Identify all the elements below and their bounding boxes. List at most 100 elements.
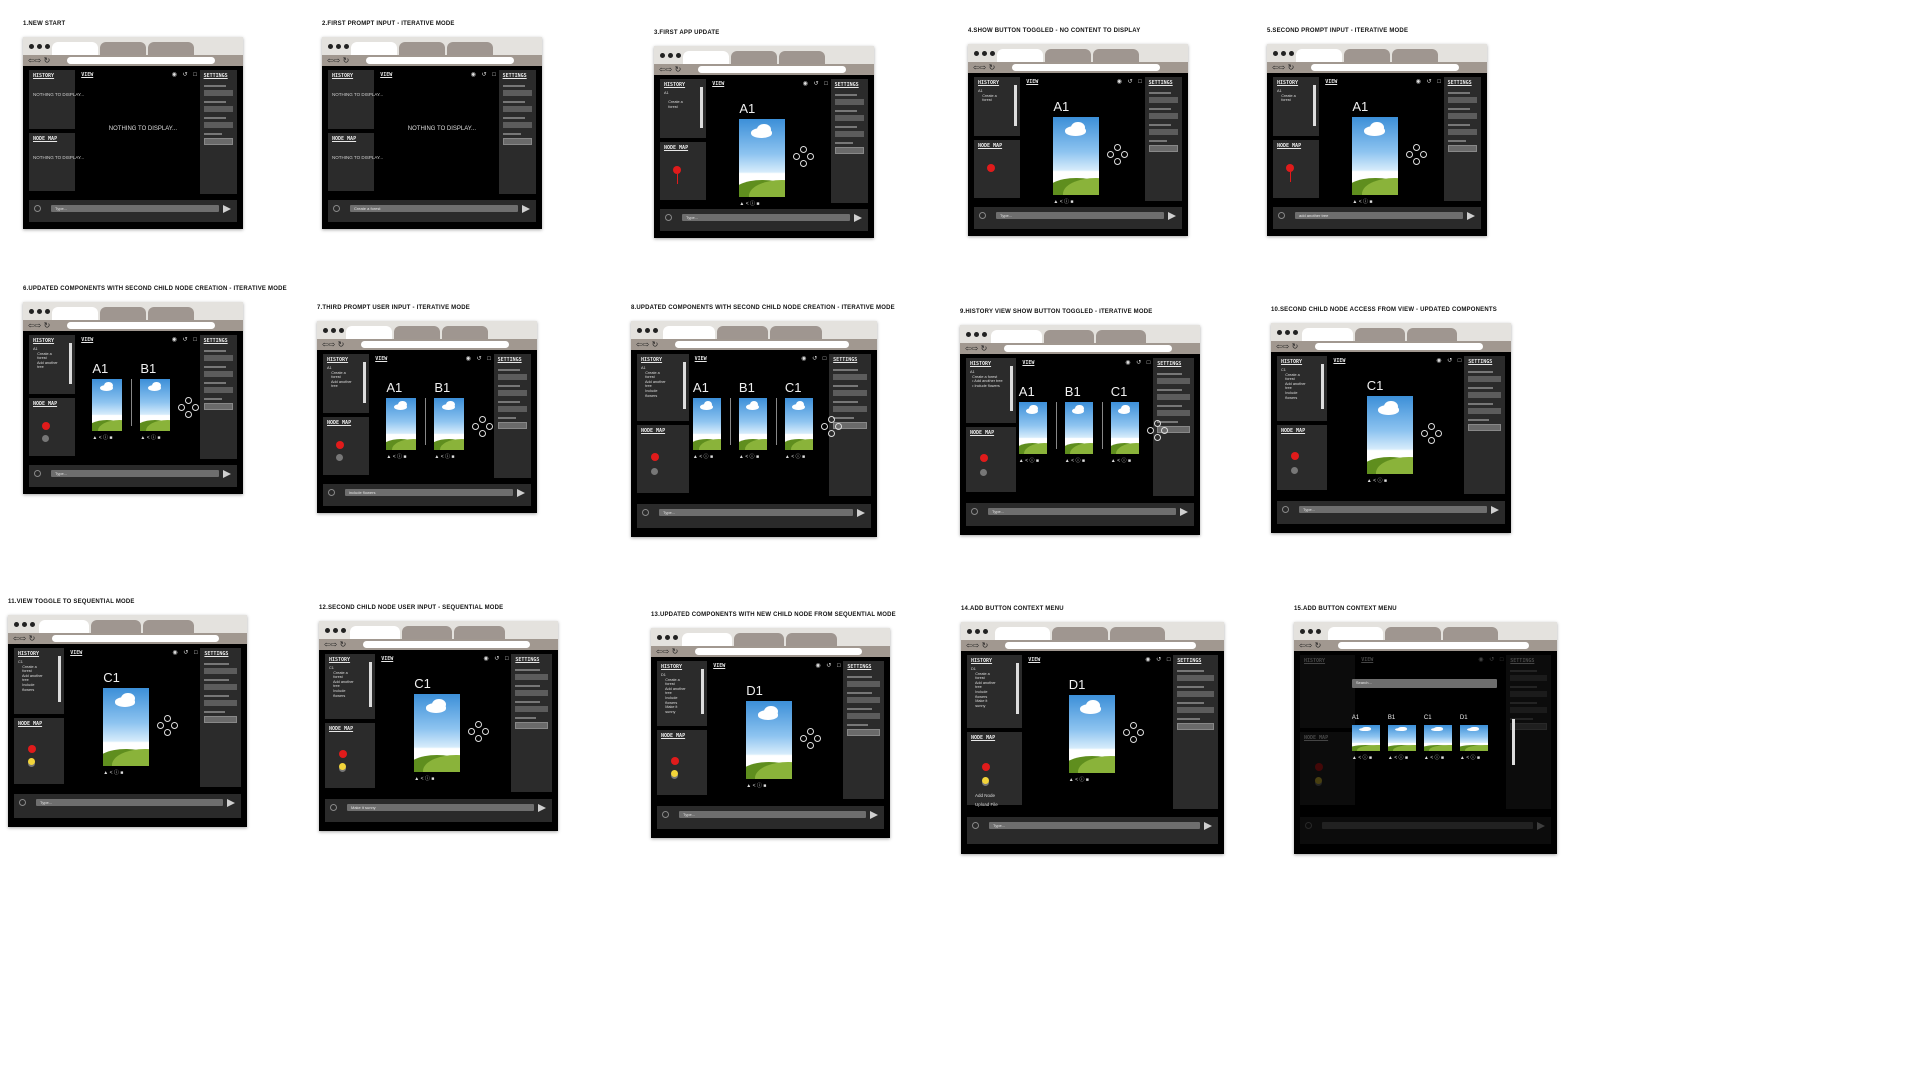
- send-icon[interactable]: [517, 489, 525, 498]
- window-dot-icon[interactable]: [331, 328, 336, 333]
- window-controls[interactable]: [29, 44, 50, 49]
- preview-card[interactable]: [103, 688, 150, 766]
- browser-tab-active[interactable]: [51, 307, 98, 320]
- browser-tab[interactable]: [1052, 627, 1108, 640]
- node-dot[interactable]: [1291, 452, 1300, 461]
- window-dot-icon[interactable]: [668, 53, 673, 58]
- window-dot-icon[interactable]: [323, 328, 328, 333]
- dpad-arrow-icon[interactable]: [800, 160, 808, 168]
- dpad-arrow-icon[interactable]: [800, 735, 808, 743]
- window-controls[interactable]: [14, 622, 35, 627]
- window-dot-icon[interactable]: [29, 44, 34, 49]
- dpad-arrow-icon[interactable]: [807, 153, 815, 161]
- dpad-arrow-icon[interactable]: [475, 721, 483, 729]
- setting-field[interactable]: [204, 668, 237, 674]
- browser-tab-active[interactable]: [39, 620, 90, 633]
- node-dot[interactable]: [339, 750, 348, 759]
- preview-card[interactable]: [1068, 695, 1115, 773]
- setting-field[interactable]: [1447, 113, 1477, 119]
- setting-field[interactable]: [833, 406, 867, 412]
- window-dot-icon[interactable]: [676, 53, 681, 58]
- dpad-arrow-icon[interactable]: [1420, 430, 1428, 438]
- preview-card[interactable]: [1064, 402, 1093, 454]
- card-toolbar[interactable]: ▲ < ⓘ ■: [1352, 198, 1372, 205]
- card-toolbar[interactable]: ▲ < ⓘ ■: [1352, 754, 1372, 761]
- browser-tab-active[interactable]: [682, 633, 733, 646]
- setting-field[interactable]: [204, 700, 237, 706]
- node-dot[interactable]: [1285, 164, 1294, 173]
- window-dot-icon[interactable]: [1277, 330, 1282, 335]
- node-dot[interactable]: [672, 166, 681, 175]
- setting-field[interactable]: [847, 681, 880, 687]
- browser-tab[interactable]: [1109, 627, 1165, 640]
- prompt-input[interactable]: Make it sunny: [347, 803, 534, 811]
- setting-field[interactable]: [515, 674, 548, 680]
- window-dot-icon[interactable]: [325, 628, 330, 633]
- dpad-arrow-icon[interactable]: [1434, 430, 1442, 438]
- browser-tab[interactable]: [393, 326, 440, 339]
- window-controls[interactable]: [660, 53, 681, 58]
- browser-tab[interactable]: [1385, 627, 1441, 640]
- setting-field[interactable]: [204, 684, 237, 690]
- dpad-arrow-icon[interactable]: [479, 416, 487, 424]
- card-divider[interactable]: [131, 379, 133, 426]
- dpad-arrow-icon[interactable]: [814, 735, 822, 743]
- dpad-arrow-icon[interactable]: [185, 411, 193, 419]
- dpad-arrow-icon[interactable]: [1107, 151, 1115, 159]
- window-dot-icon[interactable]: [1281, 51, 1286, 56]
- window-controls[interactable]: [966, 332, 987, 337]
- add-plus-icon[interactable]: [34, 205, 41, 213]
- setting-field[interactable]: [497, 406, 527, 412]
- browser-tab-active[interactable]: [662, 326, 715, 339]
- setting-field[interactable]: [502, 90, 532, 96]
- setting-field[interactable]: [1468, 408, 1501, 414]
- node-dot[interactable]: [671, 757, 680, 766]
- dpad-arrow-icon[interactable]: [468, 728, 476, 736]
- setting-select[interactable]: [834, 147, 864, 154]
- dpad-arrow-icon[interactable]: [475, 735, 483, 743]
- window-dot-icon[interactable]: [653, 328, 658, 333]
- window-dot-icon[interactable]: [657, 635, 662, 640]
- setting-field[interactable]: [834, 115, 864, 121]
- node-dot[interactable]: [1291, 466, 1299, 474]
- window-controls[interactable]: [637, 328, 658, 333]
- window-dot-icon[interactable]: [645, 328, 650, 333]
- window-dot-icon[interactable]: [967, 629, 972, 634]
- setting-select[interactable]: [203, 138, 233, 145]
- prompt-input[interactable]: Type...: [682, 214, 850, 222]
- add-plus-icon[interactable]: [333, 205, 340, 213]
- nav-arrows-icon[interactable]: ⇦⇨ ↻: [327, 56, 349, 65]
- view-toolbar-icon[interactable]: ◉ ↺ □: [466, 355, 493, 362]
- setting-select[interactable]: [515, 722, 548, 729]
- dpad-arrow-icon[interactable]: [820, 423, 828, 431]
- window-controls[interactable]: [1277, 330, 1298, 335]
- card-toolbar[interactable]: ▲ < ⓘ ■: [1053, 198, 1073, 205]
- setting-field[interactable]: [1447, 129, 1477, 135]
- dpad-arrow-icon[interactable]: [1129, 722, 1137, 730]
- dpad-arrow-icon[interactable]: [1114, 144, 1122, 152]
- view-toolbar-icon[interactable]: ◉ ↺ □: [803, 80, 830, 87]
- nav-arrows-icon[interactable]: ⇦⇨ ↻: [1276, 342, 1298, 351]
- navigation-dpad[interactable]: [1406, 144, 1428, 166]
- setting-field[interactable]: [1157, 410, 1190, 416]
- card-toolbar[interactable]: ▲ < ⓘ ■: [1111, 457, 1131, 464]
- history-scrollbar[interactable]: [1313, 85, 1317, 126]
- browser-tab[interactable]: [99, 307, 146, 320]
- preview-card[interactable]: [1366, 396, 1413, 474]
- nav-arrows-icon[interactable]: ⇦⇨ ↻: [324, 640, 346, 649]
- setting-field[interactable]: [1447, 97, 1477, 103]
- navigation-dpad[interactable]: [793, 146, 815, 168]
- prompt-input[interactable]: Type...: [659, 508, 853, 516]
- browser-tab[interactable]: [402, 626, 453, 639]
- navigation-dpad[interactable]: [800, 728, 822, 750]
- window-dot-icon[interactable]: [29, 309, 34, 314]
- address-input[interactable]: [67, 322, 215, 329]
- setting-select[interactable]: [497, 422, 527, 429]
- address-input[interactable]: [698, 66, 846, 73]
- setting-field[interactable]: [847, 697, 880, 703]
- address-input[interactable]: [366, 57, 514, 64]
- node-dot[interactable]: [986, 164, 995, 173]
- dpad-arrow-icon[interactable]: [1122, 729, 1130, 737]
- add-plus-icon[interactable]: [19, 799, 26, 807]
- history-scrollbar[interactable]: [363, 362, 367, 403]
